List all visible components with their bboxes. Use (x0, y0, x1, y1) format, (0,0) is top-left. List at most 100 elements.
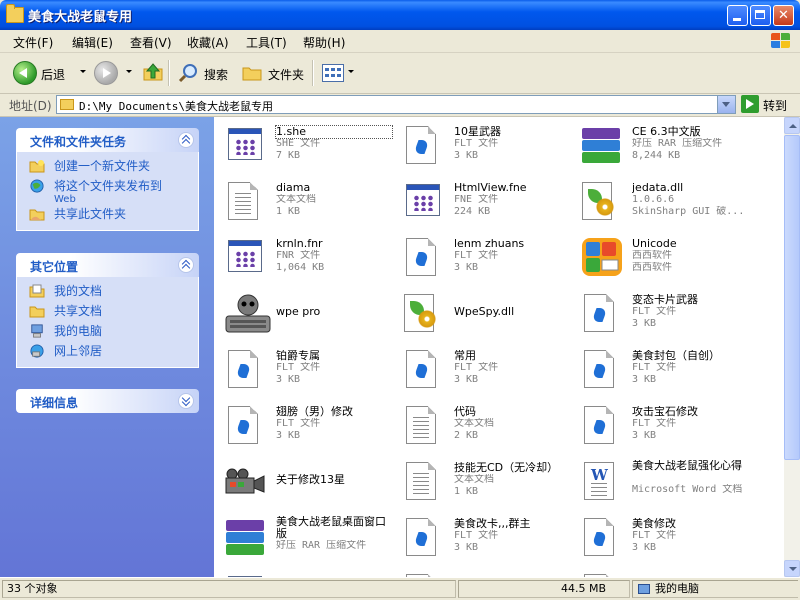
file-item[interactable]: 美食大战老鼠强化心得 Microsoft Word 文档 (574, 456, 752, 506)
file-item[interactable]: WpeSpy.dll (396, 288, 574, 338)
file-item[interactable]: 常用 FLT 文件 3 KB (396, 344, 574, 394)
flt-file-icon (580, 516, 618, 560)
minimize-button[interactable] (727, 5, 748, 26)
file-item[interactable]: CE 6.3中文版 好压 RAR 压缩文件 8,244 KB (574, 120, 752, 170)
menu-tools[interactable]: 工具(T) (246, 34, 287, 51)
go-arrow-icon[interactable] (741, 95, 759, 113)
task-publish-web-label[interactable]: 将这个文件夹发布到 (54, 179, 162, 193)
file-item[interactable]: 翅膀（男）修改 FLT 文件 3 KB (218, 400, 396, 450)
menu-help[interactable]: 帮助(H) (303, 34, 345, 51)
file-tasks-header[interactable]: 文件和文件夹任务 (16, 128, 199, 152)
scroll-thumb[interactable] (784, 135, 800, 460)
file-item[interactable]: HtmlView.fne FNE 文件 224 KB (396, 176, 574, 226)
place-my-computer[interactable]: 我的电脑 (17, 323, 198, 343)
file-item[interactable]: Unicode 西西软件 西西软件 (574, 232, 752, 282)
file-item[interactable]: 铂爵专属 FLT 文件 3 KB (218, 344, 396, 394)
search-icon[interactable] (178, 63, 198, 83)
views-dropdown-icon[interactable] (348, 70, 354, 73)
title-bar[interactable]: 美食大战老鼠专用 ✕ (0, 0, 800, 30)
file-item[interactable]: 美食封包（自创） FLT 文件 3 KB (574, 344, 752, 394)
file-item[interactable] (396, 568, 574, 577)
file-item[interactable]: wpe pro (218, 288, 396, 338)
file-list: 1.she SHE 文件 7 KB 10星武器 FLT 文件 3 KB CE 6… (214, 117, 784, 577)
file-item[interactable]: 攻击宝石修改 FLT 文件 3 KB (574, 400, 752, 450)
menu-bar: 文件(F) 编辑(E) 查看(V) 收藏(A) 工具(T) 帮助(H) (0, 30, 800, 53)
menu-edit[interactable]: 编辑(E) (72, 34, 113, 51)
file-item[interactable]: 1.she SHE 文件 7 KB (218, 120, 396, 170)
up-folder-icon[interactable] (143, 63, 163, 81)
scroll-down-button[interactable] (784, 560, 800, 577)
address-input[interactable]: D:\My Documents\美食大战老鼠专用 (56, 95, 736, 114)
windows-logo-icon (770, 32, 792, 50)
views-icon[interactable] (322, 64, 344, 82)
task-publish-web-sub[interactable]: Web (54, 194, 198, 205)
scroll-up-button[interactable] (784, 117, 800, 134)
go-button[interactable]: 转到 (763, 97, 787, 114)
flt-file-icon (224, 404, 262, 448)
program-file-icon (224, 236, 262, 280)
file-item[interactable]: 代码 文本文档 2 KB (396, 400, 574, 450)
file-item[interactable]: 变态卡片武器 FLT 文件 3 KB (574, 288, 752, 338)
task-publish-web[interactable]: 将这个文件夹发布到 Web (17, 178, 198, 206)
task-new-folder[interactable]: 创建一个新文件夹 (17, 158, 198, 178)
place-my-documents-label[interactable]: 我的文档 (54, 284, 102, 298)
address-path[interactable]: D:\My Documents\美食大战老鼠专用 (79, 98, 273, 114)
maximize-button[interactable] (750, 5, 771, 26)
program-file-icon (402, 180, 440, 224)
dll-file-icon (580, 180, 618, 224)
details-title: 详细信息 (30, 396, 79, 410)
file-item[interactable]: 美食改卡,,,群主 FLT 文件 3 KB (396, 512, 574, 562)
place-my-documents[interactable]: 我的文档 (17, 283, 198, 303)
flt-file-icon (580, 292, 618, 336)
file-item[interactable]: lenm zhuans FLT 文件 3 KB (396, 232, 574, 282)
place-network[interactable]: 网上邻居 (17, 343, 198, 363)
file-item[interactable]: jedata.dll 1.0.6.6 SkinSharp GUI 破... (574, 176, 752, 226)
file-item[interactable]: 10星武器 FLT 文件 3 KB (396, 120, 574, 170)
close-button[interactable]: ✕ (773, 5, 794, 26)
place-network-label[interactable]: 网上邻居 (54, 344, 102, 358)
file-item[interactable]: krnln.fnr FNR 文件 1,064 KB (218, 232, 396, 282)
details-header[interactable]: 详细信息 (16, 389, 199, 413)
flt-file-icon (224, 348, 262, 392)
back-arrow-icon[interactable] (13, 61, 37, 85)
program-file-icon (224, 124, 262, 168)
folder-icon (6, 4, 24, 23)
task-share-folder[interactable]: 共享此文件夹 (17, 206, 198, 226)
collapse-chevron-icon[interactable] (178, 132, 194, 148)
expand-chevron-icon[interactable] (178, 393, 194, 409)
file-item[interactable]: 美食大战老鼠桌面窗口版 好压 RAR 压缩文件 (218, 512, 396, 562)
forward-dropdown-icon[interactable] (126, 70, 132, 73)
flt-file-icon (580, 348, 618, 392)
folders-button[interactable]: 文件夹 (268, 66, 304, 83)
back-button[interactable]: 后退 (41, 66, 65, 83)
menu-favorites[interactable]: 收藏(A) (187, 34, 229, 51)
address-dropdown-button[interactable] (717, 96, 735, 113)
task-pane: 文件和文件夹任务 创建一个新文件夹 将这个文件夹发布到 Web 共享此文件夹 其… (0, 117, 214, 577)
file-item[interactable]: 技能无CD（无冷却） 文本文档 1 KB (396, 456, 574, 506)
explorer-window: 美食大战老鼠专用 ✕ 文件(F) 编辑(E) 查看(V) 收藏(A) 工具(T)… (0, 0, 800, 600)
other-places-header[interactable]: 其它位置 (16, 253, 199, 277)
rar-archive-icon (224, 516, 264, 560)
task-new-folder-label[interactable]: 创建一个新文件夹 (54, 159, 150, 173)
flt-file-icon (580, 404, 618, 448)
search-button[interactable]: 搜索 (204, 66, 228, 83)
collapse-chevron-icon[interactable] (178, 257, 194, 273)
menu-view[interactable]: 查看(V) (130, 34, 172, 51)
place-shared-documents-label[interactable]: 共享文档 (54, 304, 102, 318)
address-bar: 地址(D) D:\My Documents\美食大战老鼠专用 转到 (0, 94, 800, 117)
file-item[interactable]: 美食修改 FLT 文件 3 KB (574, 512, 752, 562)
forward-arrow-icon[interactable] (94, 61, 118, 85)
task-share-folder-label[interactable]: 共享此文件夹 (54, 207, 126, 221)
menu-file[interactable]: 文件(F) (13, 34, 53, 51)
back-dropdown-icon[interactable] (80, 70, 86, 73)
folders-icon[interactable] (242, 65, 262, 81)
vertical-scrollbar[interactable] (784, 117, 800, 577)
place-shared-documents[interactable]: 共享文档 (17, 303, 198, 323)
toolbar: 后退 搜索 文件夹 (0, 53, 800, 94)
file-item[interactable]: diama 文本文档 1 KB (218, 176, 396, 226)
file-item[interactable] (218, 568, 396, 577)
other-places-panel: 其它位置 我的文档 共享文档 我的电脑 网上邻居 (16, 253, 199, 368)
file-item[interactable] (574, 568, 752, 577)
place-my-computer-label[interactable]: 我的电脑 (54, 324, 102, 338)
file-item[interactable]: 关于修改13星 (218, 456, 396, 506)
